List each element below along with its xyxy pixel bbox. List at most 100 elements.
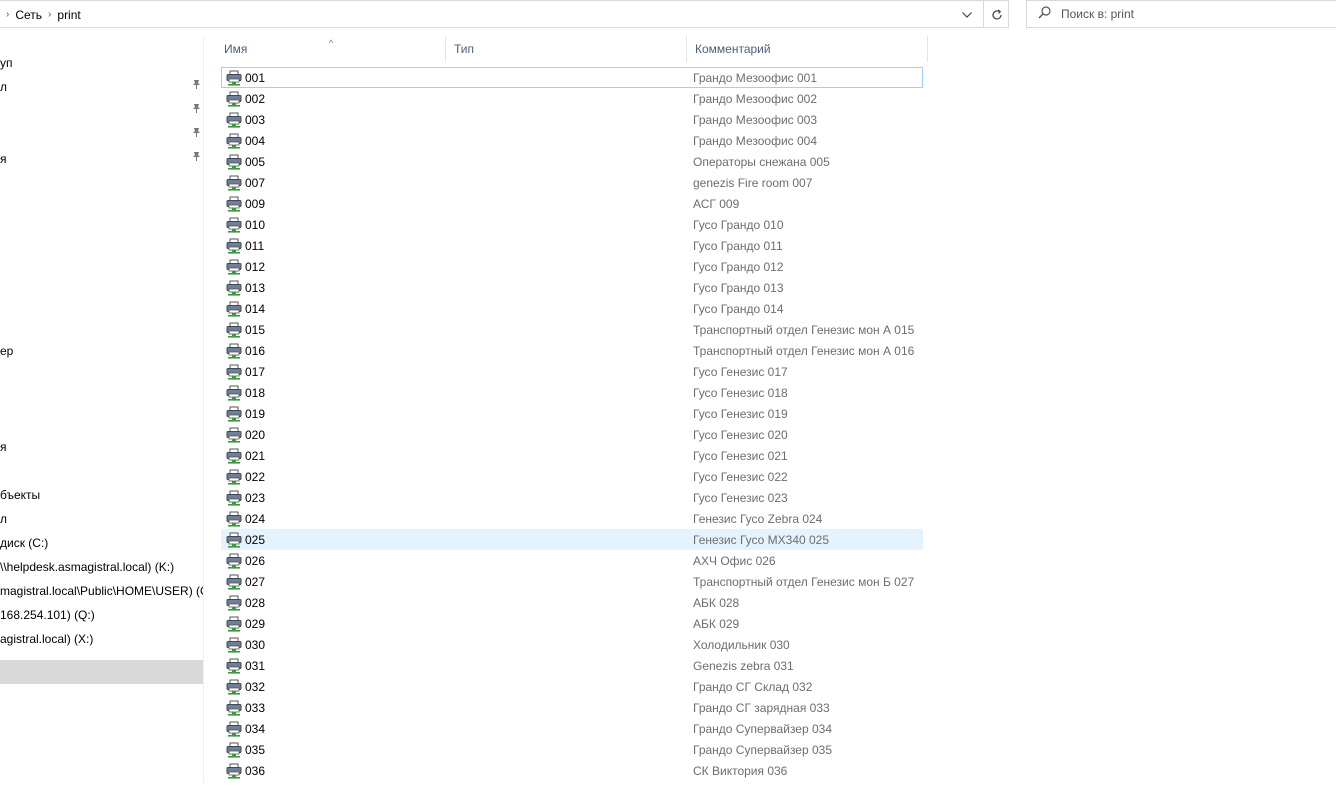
pin-icon[interactable] — [192, 100, 201, 122]
refresh-icon[interactable] — [983, 1, 1010, 28]
network-printer-icon — [226, 385, 242, 401]
list-item[interactable]: 036 СК Виктория 036 — [221, 760, 923, 781]
list-item[interactable]: 028 АБК 028 — [221, 592, 923, 613]
nav-item-label: я — [0, 152, 7, 166]
nav-item[interactable] — [0, 660, 203, 684]
list-item[interactable]: 035 Грандо Супервайзер 035 — [221, 739, 923, 760]
list-item[interactable]: 019 Гусо Генезис 019 — [221, 403, 923, 424]
network-printer-icon — [226, 763, 242, 779]
list-item[interactable]: 032 Грандо СГ Склад 032 — [221, 676, 923, 697]
chevron-down-icon[interactable] — [957, 5, 977, 25]
nav-item[interactable]: я — [0, 436, 203, 458]
column-comment-label: Комментарий — [695, 42, 771, 56]
column-header-name[interactable]: Имя ^ — [216, 36, 446, 62]
item-name: 025 — [245, 533, 266, 547]
item-name: 009 — [245, 197, 266, 211]
item-name: 029 — [245, 617, 266, 631]
list-item[interactable]: 015 Транспортный отдел Генезис мон А 015 — [221, 319, 923, 340]
breadcrumb: › Сеть › print — [0, 1, 85, 28]
item-comment: Грандо Мезоофис 003 — [693, 113, 817, 127]
list-item[interactable]: 007 genezis Fire room 007 — [221, 172, 923, 193]
pin-icon[interactable] — [192, 76, 201, 98]
item-name: 030 — [245, 638, 266, 652]
navigation-pane-divider — [203, 36, 204, 783]
network-printer-icon — [226, 532, 242, 548]
nav-item[interactable]: agistral.local) (X:) — [0, 628, 203, 650]
network-printer-icon — [226, 322, 242, 338]
list-item[interactable]: 010 Гусо Грандо 010 — [221, 214, 923, 235]
item-name: 028 — [245, 596, 266, 610]
list-item[interactable]: 029 АБК 029 — [221, 613, 923, 634]
list-item[interactable]: 003 Грандо Мезоофис 003 — [221, 109, 923, 130]
item-name: 004 — [245, 134, 266, 148]
list-item[interactable]: 009 АСГ 009 — [221, 193, 923, 214]
chevron-right-icon[interactable]: › — [4, 9, 11, 20]
nav-item[interactable]: уп — [0, 52, 203, 74]
nav-item[interactable]: я — [0, 148, 203, 170]
network-printer-icon — [226, 511, 242, 527]
list-item[interactable]: 011 Гусо Грандо 011 — [221, 235, 923, 256]
list-item[interactable]: 014 Гусо Грандо 014 — [221, 298, 923, 319]
list-item[interactable]: 030 Холодильник 030 — [221, 634, 923, 655]
nav-item[interactable] — [0, 124, 203, 146]
list-item[interactable]: 004 Грандо Мезоофис 004 — [221, 130, 923, 151]
list-item[interactable]: 026 АХЧ Офис 026 — [221, 550, 923, 571]
network-printer-icon — [226, 721, 242, 737]
list-item[interactable]: 021 Гусо Генезис 021 — [221, 445, 923, 466]
network-printer-icon — [226, 112, 242, 128]
item-comment: Гусо Генезис 022 — [693, 470, 788, 484]
network-printer-icon — [226, 574, 242, 590]
nav-item-label: \\helpdesk.asmagistral.local) (K:) — [0, 560, 175, 574]
nav-item[interactable]: \\helpdesk.asmagistral.local) (K:) — [0, 556, 203, 578]
network-printer-icon — [226, 280, 242, 296]
list-item[interactable]: 022 Гусо Генезис 022 — [221, 466, 923, 487]
list-item[interactable]: 024 Генезис Гусо Zebra 024 — [221, 508, 923, 529]
list-item[interactable]: 034 Грандо Супервайзер 034 — [221, 718, 923, 739]
network-printer-icon — [226, 406, 242, 422]
nav-item[interactable]: л — [0, 508, 203, 530]
list-item[interactable]: 023 Гусо Генезис 023 — [221, 487, 923, 508]
item-name: 026 — [245, 554, 266, 568]
item-name: 024 — [245, 512, 266, 526]
breadcrumb-item-print[interactable]: print — [53, 8, 84, 22]
list-item[interactable]: 012 Гусо Грандо 012 — [221, 256, 923, 277]
pin-icon[interactable] — [192, 124, 201, 146]
item-comment: Гусо Грандо 014 — [693, 302, 784, 316]
item-comment: Генезис Гусо Zebra 024 — [693, 512, 823, 526]
item-name: 003 — [245, 113, 266, 127]
list-item[interactable]: 017 Гусо Генезис 017 — [221, 361, 923, 382]
search-input[interactable]: Поиск в: print — [1061, 7, 1134, 21]
nav-item[interactable]: диск (C:) — [0, 532, 203, 554]
column-header-type[interactable]: Тип — [446, 36, 687, 62]
nav-item[interactable]: 168.254.101) (Q:) — [0, 604, 203, 626]
item-comment: Грандо СГ зарядная 033 — [693, 701, 830, 715]
nav-item[interactable] — [0, 100, 203, 122]
breadcrumb-item-network[interactable]: Сеть — [11, 8, 46, 22]
list-item[interactable]: 025 Генезис Гусо MX340 025 — [221, 529, 923, 550]
nav-item[interactable]: л — [0, 76, 203, 98]
chevron-right-icon[interactable]: › — [46, 9, 53, 20]
pin-icon[interactable] — [192, 148, 201, 170]
column-header-comment[interactable]: Комментарий — [687, 36, 928, 62]
list-item[interactable]: 001 Грандо Мезоофис 001 — [221, 67, 923, 88]
item-comment: Гусо Грандо 013 — [693, 281, 784, 295]
item-comment: Грандо Мезоофис 002 — [693, 92, 817, 106]
nav-item[interactable]: ер — [0, 340, 203, 362]
list-item[interactable]: 018 Гусо Генезис 018 — [221, 382, 923, 403]
list-item[interactable]: 020 Гусо Генезис 020 — [221, 424, 923, 445]
list-item[interactable]: 013 Гусо Грандо 013 — [221, 277, 923, 298]
nav-item[interactable]: бъекты — [0, 484, 203, 506]
list-item[interactable]: 002 Грандо Мезоофис 002 — [221, 88, 923, 109]
list-item[interactable]: 031 Genezis zebra 031 — [221, 655, 923, 676]
list-item[interactable]: 016 Транспортный отдел Генезис мон А 016 — [221, 340, 923, 361]
nav-item[interactable]: magistral.local\Public\HOME\USER) (O — [0, 580, 203, 602]
list-item[interactable]: 027 Транспортный отдел Генезис мон Б 027 — [221, 571, 923, 592]
item-name: 016 — [245, 344, 266, 358]
address-bar[interactable]: › Сеть › print — [0, 0, 1009, 28]
search-box[interactable]: Поиск в: print — [1026, 0, 1336, 28]
item-comment: Гусо Грандо 010 — [693, 218, 784, 232]
network-printer-icon — [226, 343, 242, 359]
list-item[interactable]: 033 Грандо СГ зарядная 033 — [221, 697, 923, 718]
item-comment: Операторы снежана 005 — [693, 155, 830, 169]
list-item[interactable]: 005 Операторы снежана 005 — [221, 151, 923, 172]
